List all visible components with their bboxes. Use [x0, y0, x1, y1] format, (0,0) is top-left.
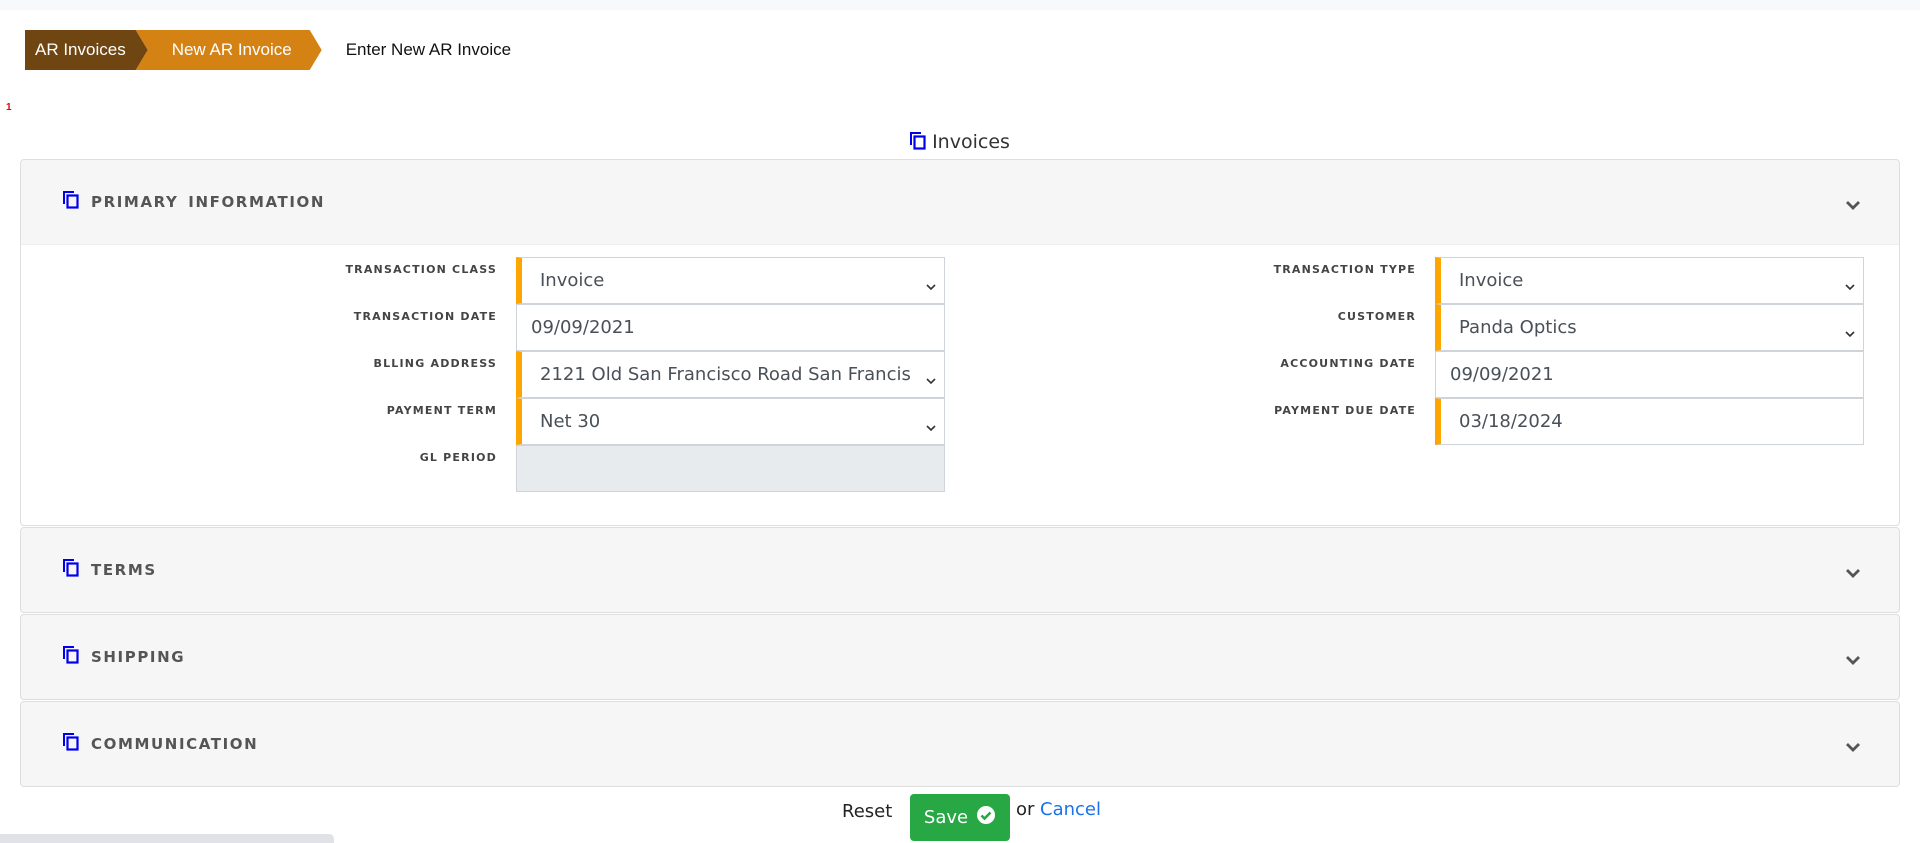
breadcrumb: AR Invoices New AR Invoice Enter New AR … [25, 30, 511, 70]
label-customer: CUSTOMER [1337, 310, 1416, 323]
section-terms: TERMS [20, 527, 1900, 613]
payment-due-date-input[interactable]: 03/18/2024 [1435, 398, 1864, 445]
check-circle-icon [976, 805, 996, 830]
accounting-date-input[interactable]: 09/09/2021 [1435, 351, 1864, 398]
form-actions: Reset Save or Cancel [0, 787, 1920, 841]
chevron-down-icon[interactable] [1845, 738, 1861, 757]
transaction-type-select[interactable]: Invoice [1435, 257, 1864, 304]
copy-icon [63, 646, 79, 668]
label-billing-address: BLLING ADDRESS [373, 357, 497, 370]
copy-icon [63, 733, 79, 755]
section-header-communication[interactable]: COMMUNICATION [21, 702, 1899, 786]
section-title: TERMS [91, 561, 157, 579]
section-primary-information: PRIMARY INFORMATION TRANSACTION CLASS In… [20, 159, 1900, 526]
breadcrumb-ar-invoices[interactable]: AR Invoices [25, 30, 148, 70]
breadcrumb-new-ar-invoice[interactable]: New AR Invoice [136, 30, 322, 70]
copy-icon [910, 132, 926, 155]
page-title-text: Invoices [932, 131, 1010, 153]
label-transaction-class: TRANSACTION CLASS [345, 263, 497, 276]
chevron-down-icon[interactable] [1845, 196, 1861, 215]
save-button[interactable]: Save [910, 794, 1010, 841]
label-transaction-date: TRANSACTION DATE [353, 310, 497, 323]
chevron-down-icon [1845, 322, 1855, 343]
section-body-primary: TRANSACTION CLASS Invoice TRANSACTION DA… [21, 244, 1899, 525]
top-bar [0, 0, 1920, 10]
counter-marker: 1 [6, 102, 12, 113]
label-accounting-date: ACCOUNTING DATE [1280, 357, 1416, 370]
chevron-down-icon[interactable] [1845, 564, 1861, 583]
customer-select[interactable]: Panda Optics [1435, 304, 1864, 351]
save-label: Save [923, 807, 969, 828]
section-communication: COMMUNICATION [20, 701, 1900, 787]
chevron-down-icon [926, 369, 936, 390]
transaction-date-input[interactable]: 09/09/2021 [516, 304, 945, 351]
chevron-down-icon [1845, 275, 1855, 296]
chevron-down-icon [926, 275, 936, 296]
reset-button[interactable]: Reset [842, 801, 892, 822]
section-title: PRIMARY INFORMATION [91, 193, 326, 211]
transaction-class-select[interactable]: Invoice [516, 257, 945, 304]
label-payment-term: PAYMENT TERM [386, 404, 497, 417]
gl-period-field [516, 445, 945, 492]
label-transaction-type: TRANSACTION TYPE [1273, 263, 1416, 276]
label-payment-due-date: PAYMENT DUE DATE [1274, 404, 1416, 417]
breadcrumb-current: Enter New AR Invoice [345, 40, 512, 59]
page-title: Invoices [0, 131, 1920, 155]
section-shipping: SHIPPING [20, 614, 1900, 700]
billing-address-select[interactable]: 2121 Old San Francisco Road San Francisc… [516, 351, 945, 398]
horizontal-scrollbar-thumb[interactable] [0, 834, 334, 843]
label-gl-period: GL PERIOD [419, 451, 497, 464]
or-text: or [1016, 799, 1035, 820]
chevron-down-icon[interactable] [1845, 651, 1861, 670]
section-title: SHIPPING [91, 648, 186, 666]
section-header-primary[interactable]: PRIMARY INFORMATION [21, 160, 1899, 244]
section-header-terms[interactable]: TERMS [21, 528, 1899, 612]
chevron-down-icon [926, 416, 936, 437]
copy-icon [63, 559, 79, 581]
cancel-link[interactable]: Cancel [1040, 799, 1101, 820]
section-title: COMMUNICATION [91, 735, 259, 753]
section-header-shipping[interactable]: SHIPPING [21, 615, 1899, 699]
payment-term-select[interactable]: Net 30 [516, 398, 945, 445]
copy-icon [63, 191, 79, 213]
